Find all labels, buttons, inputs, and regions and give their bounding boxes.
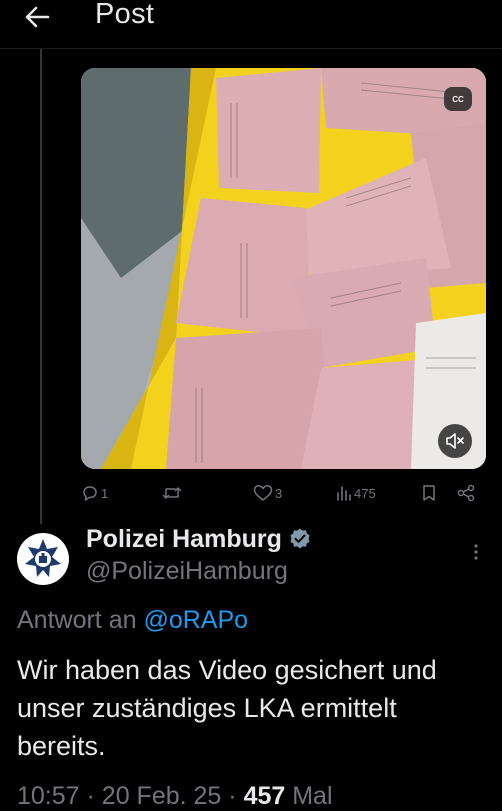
- share-button[interactable]: [456, 480, 476, 506]
- thread-line: [40, 49, 42, 524]
- post-text: Wir haben das Video gesichert und unser …: [17, 655, 437, 761]
- top-bar: Post: [0, 0, 502, 48]
- author-name-row[interactable]: Polizei Hamburg: [86, 522, 312, 556]
- video-frame: [81, 68, 486, 469]
- avatar[interactable]: [17, 533, 69, 585]
- reply-mention-link[interactable]: @oRAPo: [143, 606, 248, 634]
- bookmark-button[interactable]: [421, 480, 437, 506]
- reply-context: Antwort an @oRAPo: [17, 606, 248, 635]
- captions-icon: CC: [452, 94, 464, 104]
- header-divider: [0, 48, 502, 49]
- views-button[interactable]: 475: [336, 480, 376, 506]
- view-count: 475: [354, 485, 376, 501]
- like-count: 3: [275, 485, 283, 501]
- share-icon: [457, 484, 475, 502]
- reply-prefix: Antwort an: [17, 606, 137, 634]
- post-time[interactable]: 10:57: [17, 782, 80, 810]
- speaker-muted-icon: [446, 433, 464, 449]
- more-options-button[interactable]: [468, 540, 484, 564]
- post-date[interactable]: 20 Feb. 25: [102, 782, 222, 810]
- post-view-count: 457: [243, 782, 286, 810]
- verified-badge-icon: [290, 528, 310, 549]
- repost-button[interactable]: [162, 480, 184, 506]
- bookmark-icon: [423, 485, 435, 501]
- reply-count: 1: [101, 485, 109, 501]
- mute-button[interactable]: [438, 424, 472, 458]
- captions-button[interactable]: CC: [444, 87, 472, 111]
- like-button[interactable]: 3: [253, 480, 282, 506]
- more-vertical-icon: [474, 544, 478, 560]
- back-button[interactable]: [22, 2, 52, 32]
- display-name[interactable]: Polizei Hamburg: [86, 525, 282, 554]
- arrow-left-icon: [25, 6, 50, 28]
- reply-icon: [83, 486, 97, 501]
- police-badge-icon: [25, 539, 61, 577]
- heart-icon: [253, 485, 273, 501]
- repost-icon: [162, 487, 182, 499]
- page-title: Post: [95, 0, 155, 30]
- post-view-suffix: Mal: [292, 782, 333, 810]
- post-meta: 10:57 · 20 Feb. 25 · 457 Mal: [17, 782, 333, 810]
- author-handle[interactable]: @PolizeiHamburg: [86, 557, 288, 586]
- bar-chart-icon: [337, 486, 351, 501]
- post-actions: 1 3 475: [81, 480, 486, 506]
- reply-button[interactable]: 1: [81, 480, 108, 506]
- video-player[interactable]: CC: [81, 68, 486, 469]
